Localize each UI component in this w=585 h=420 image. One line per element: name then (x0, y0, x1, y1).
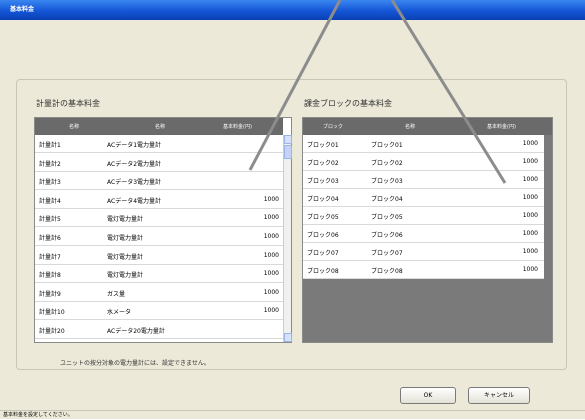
status-bar: 基本料金を設定してください。 (0, 410, 585, 419)
row-id: ブロック03 (307, 178, 339, 185)
row-id: 計量計20 (39, 328, 65, 335)
table-row[interactable]: ブロック02 ブロック02 1000 (303, 153, 544, 171)
table-row[interactable]: 計量計7 電灯電力量計 1000 (35, 247, 283, 265)
row-id: ブロック08 (307, 268, 339, 275)
row-id: ブロック01 (307, 142, 339, 149)
table-row[interactable]: 計量計4 ACデータ4電力量計 1000 (35, 191, 283, 209)
row-value[interactable]: 1000 (523, 158, 538, 165)
row-name: 電灯電力量計 (107, 272, 144, 280)
row-value[interactable]: 1000 (523, 140, 538, 147)
row-value[interactable]: 1000 (264, 307, 279, 314)
row-name: ACデータ4電力量計 (107, 197, 162, 205)
row-value[interactable]: 1000 (264, 196, 279, 203)
table-row[interactable]: ブロック04 ブロック04 1000 (303, 189, 544, 207)
table-row[interactable]: 計量計9 ガス量 1000 (35, 284, 283, 302)
row-value[interactable]: 1000 (523, 266, 538, 273)
table-row[interactable]: 計量計10 水メータ 1000 (35, 302, 283, 321)
row-name: ブロック08 (371, 268, 403, 275)
row-value[interactable]: 1000 (264, 233, 279, 240)
row-value[interactable]: 1000 (523, 194, 538, 201)
scroll-thumb[interactable] (284, 145, 292, 159)
row-value[interactable]: 1000 (523, 248, 538, 255)
window-title: 基本料金 (10, 6, 35, 13)
table-row[interactable]: 計量計8 電灯電力量計 1000 (35, 265, 283, 284)
row-id: 計量計8 (39, 272, 61, 280)
empty-table-area (303, 279, 552, 342)
cancel-button[interactable]: キャンセル (468, 387, 530, 404)
row-value[interactable]: 1000 (523, 176, 538, 183)
meter-table: 名称 名称 基本料金(円) 計量計1 ACデータ1電力量計計量計2 ACデータ2電力… (34, 117, 292, 343)
row-name: ブロック01 (371, 142, 403, 149)
block-table: ブロック 名称 基本料金(円) ブロック01 ブロック01 1000 ブロック02 ブロ… (302, 117, 553, 343)
row-id: 計量計4 (39, 197, 61, 205)
row-id: 計量計5 (39, 216, 61, 224)
col-header-name: 名称 (405, 124, 416, 130)
table-row[interactable]: ブロック08 ブロック08 1000 (303, 261, 544, 279)
row-id: 計量計7 (39, 253, 61, 261)
row-name: ブロック06 (371, 232, 403, 239)
row-name: ブロック07 (371, 250, 403, 257)
row-name: ブロック02 (371, 160, 403, 167)
row-value[interactable]: 1000 (523, 212, 538, 219)
row-id: 計量計2 (39, 160, 61, 168)
row-name: ACデータ20電力量計 (107, 328, 165, 335)
row-name: ブロック03 (371, 178, 403, 185)
table-row[interactable]: 計量計6 電灯電力量計 1000 (35, 228, 283, 246)
col-header-name: 名称 (155, 124, 166, 130)
row-value[interactable]: 1000 (264, 214, 279, 221)
table-row[interactable]: ブロック06 ブロック06 1000 (303, 225, 544, 243)
block-section-title: 課金ブロックの基本料金 (304, 99, 392, 108)
row-value[interactable]: 1000 (264, 270, 279, 277)
row-name: 水メータ (107, 309, 132, 317)
row-id: 計量計1 (39, 142, 61, 149)
row-id: ブロック06 (307, 232, 339, 239)
row-name: 電灯電力量計 (107, 216, 144, 224)
row-id: ブロック04 (307, 196, 339, 203)
row-id: 計量計9 (39, 290, 61, 298)
row-name: ブロック04 (371, 196, 403, 203)
table-row[interactable]: 計量計20 ACデータ20電力量計 (35, 321, 283, 339)
block-table-gutter (544, 135, 552, 279)
meter-table-scrollbar[interactable] (283, 135, 292, 342)
table-row[interactable]: ブロック05 ブロック05 1000 (303, 207, 544, 225)
table-row[interactable]: 計量計5 電灯電力量計 1000 (35, 209, 283, 228)
row-name: ACデータ3電力量計 (107, 179, 162, 187)
row-value[interactable]: 1000 (523, 230, 538, 237)
title-bar: 基本料金 (0, 0, 585, 20)
row-name: ガス量 (107, 290, 126, 298)
row-value[interactable]: 1000 (264, 252, 279, 259)
row-id: 計量計10 (39, 309, 65, 317)
row-id: ブロック07 (307, 250, 339, 257)
table-row[interactable]: 計量計2 ACデータ2電力量計 (35, 154, 283, 172)
table-row[interactable]: 計量計1 ACデータ1電力量計 (35, 135, 283, 153)
meter-table-header: 名称 名称 基本料金(円) (35, 118, 283, 135)
col-header-id: 名称 (69, 124, 80, 130)
col-header-block: ブロック (323, 124, 344, 130)
row-name: ブロック05 (371, 214, 403, 221)
table-row[interactable]: ブロック07 ブロック07 1000 (303, 243, 544, 261)
row-value[interactable]: 1000 (264, 289, 279, 296)
row-id: ブロック05 (307, 214, 339, 221)
row-id: 計量計3 (39, 179, 61, 187)
note-text: ユニットの按分対象の電力量計には、設定できません。 (60, 360, 210, 367)
row-name: 電灯電力量計 (107, 235, 144, 242)
row-id: 計量計6 (39, 235, 61, 242)
ok-button[interactable]: OK (400, 387, 456, 404)
table-row[interactable]: ブロック01 ブロック01 1000 (303, 135, 544, 153)
col-header-value: 基本料金(円) (487, 124, 516, 130)
table-row[interactable]: ブロック03 ブロック03 1000 (303, 171, 544, 189)
row-name: 電灯電力量計 (107, 253, 144, 261)
scroll-down-button[interactable] (284, 333, 292, 342)
block-table-header: ブロック 名称 基本料金(円) (303, 118, 552, 135)
col-header-value: 基本料金(円) (223, 124, 252, 130)
row-name: ACデータ2電力量計 (107, 160, 162, 168)
dialog-window: 基本料金 計量計の基本料金 名称 名称 基本料金(円) 計量計1 ACデータ1電力… (0, 0, 585, 419)
table-row[interactable]: 計量計3 ACデータ3電力量計 (35, 172, 283, 191)
scroll-up-button[interactable] (284, 135, 292, 144)
row-name: ACデータ1電力量計 (107, 142, 162, 149)
meter-section-title: 計量計の基本料金 (36, 99, 100, 108)
row-id: ブロック02 (307, 160, 339, 167)
